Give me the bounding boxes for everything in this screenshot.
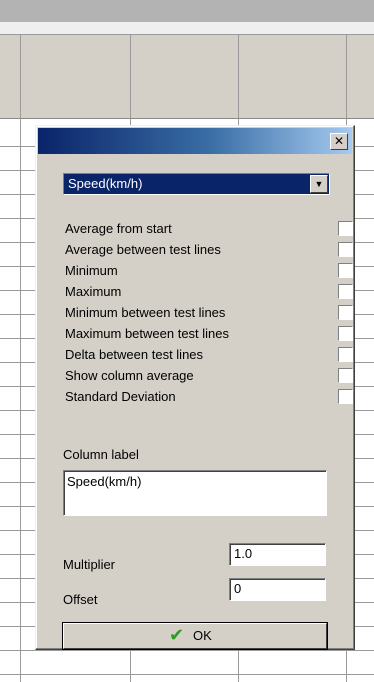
spreadsheet-header-strip: [0, 22, 374, 35]
column-options-dialog: ✕ Speed(km/h) ▼ Average from start Avera…: [35, 125, 355, 650]
option-checkbox[interactable]: [338, 368, 353, 383]
option-label: Maximum: [65, 284, 122, 299]
multiplier-value: 1.0: [234, 546, 253, 561]
chevron-down-icon[interactable]: ▼: [310, 175, 328, 193]
multiplier-label: Multiplier: [63, 557, 116, 572]
grid-row-line: [0, 674, 374, 675]
option-label: Show column average: [65, 368, 194, 383]
option-label: Minimum: [65, 263, 118, 278]
column-label-textarea[interactable]: Speed(km/h): [63, 470, 327, 516]
option-checkbox[interactable]: [338, 347, 353, 362]
dialog-titlebar[interactable]: ✕: [38, 128, 352, 154]
column-select-value: Speed(km/h): [68, 176, 143, 191]
column-select[interactable]: Speed(km/h) ▼: [63, 173, 330, 195]
option-checkbox[interactable]: [338, 389, 353, 404]
option-label: Average from start: [65, 221, 172, 236]
close-button[interactable]: ✕: [330, 133, 348, 150]
grid-row-line: [0, 650, 374, 651]
option-checkbox[interactable]: [338, 284, 353, 299]
ok-button[interactable]: ✔ OK: [63, 623, 327, 649]
option-label: Minimum between test lines: [65, 305, 226, 320]
ok-button-label: OK: [193, 628, 212, 643]
spreadsheet-header-row: [0, 35, 374, 119]
offset-value: 0: [234, 581, 242, 596]
grid-column-line: [20, 35, 21, 682]
offset-label: Offset: [63, 592, 98, 607]
option-checkbox[interactable]: [338, 263, 353, 278]
column-label-heading: Column label: [63, 447, 139, 462]
checkmark-icon: ✔: [169, 625, 185, 646]
option-label: Maximum between test lines: [65, 326, 230, 341]
close-icon: ✕: [333, 134, 345, 148]
option-checkbox[interactable]: [338, 221, 353, 236]
option-label: Delta between test lines: [65, 347, 204, 362]
offset-field[interactable]: 0: [229, 578, 326, 601]
spreadsheet-toolbar-strip: [0, 0, 374, 22]
option-label: Standard Deviation: [65, 389, 176, 404]
option-checkbox[interactable]: [338, 326, 353, 341]
option-checkbox[interactable]: [338, 305, 353, 320]
option-label: Average between test lines: [65, 242, 221, 257]
multiplier-field[interactable]: 1.0: [229, 543, 326, 566]
option-checkbox[interactable]: [338, 242, 353, 257]
column-label-value: Speed(km/h): [67, 474, 142, 489]
